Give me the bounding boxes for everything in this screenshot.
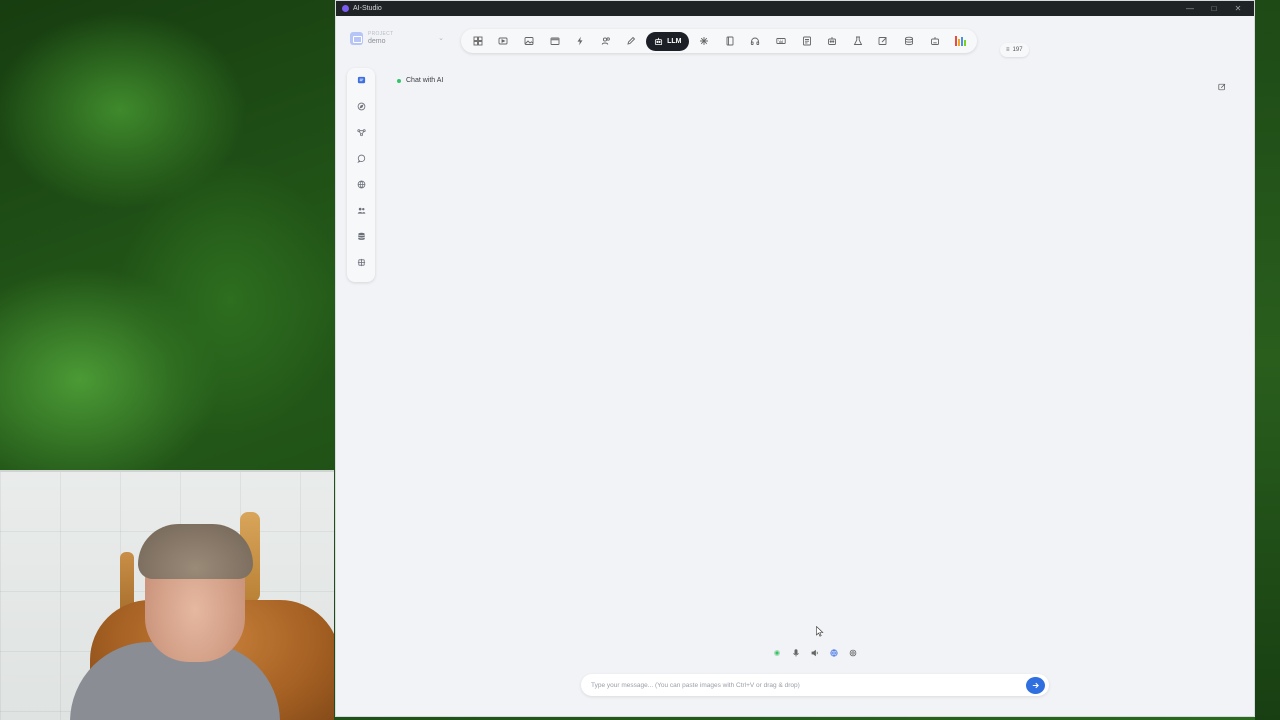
status-dot-icon (397, 78, 401, 83)
flask-icon[interactable] (845, 31, 871, 51)
video-icon[interactable] (491, 31, 517, 51)
new-chat-button[interactable] (1218, 78, 1228, 91)
mouse-cursor-icon (816, 626, 824, 637)
message-circle-icon (356, 154, 365, 163)
pen-icon[interactable] (619, 31, 645, 51)
lightning-icon[interactable] (567, 31, 593, 51)
plugin-icon (357, 258, 365, 266)
sidebar-item-web[interactable] (352, 178, 370, 190)
keyboard-icon[interactable] (768, 31, 794, 51)
sidebar-item-plugins[interactable] (352, 256, 370, 268)
top-toolbar-row: PROJECT demo ⌄ LLM ≡ 197 (336, 16, 1254, 58)
message-bar (581, 674, 1049, 696)
tab-llm-label: LLM (667, 37, 682, 45)
message-input[interactable] (591, 681, 1026, 689)
robot-icon (655, 37, 663, 45)
project-selector[interactable]: PROJECT demo ⌄ (350, 26, 444, 50)
webcam-overlay (0, 470, 334, 720)
sidebar-item-compass[interactable] (352, 100, 370, 112)
settings-icon (849, 649, 856, 656)
project-name: demo (368, 37, 386, 45)
web-search-button[interactable] (828, 647, 839, 658)
app-window: AI-Studio — □ ✕ PROJECT demo ⌄ LLM ≡ 197… (335, 0, 1255, 717)
sidebar-item-database[interactable] (352, 230, 370, 242)
sidebar-item-chat[interactable] (352, 74, 370, 86)
title-bar[interactable]: AI-Studio — □ ✕ (336, 1, 1254, 16)
speaker-icon (811, 649, 818, 656)
colorbars-icon[interactable] (947, 31, 973, 51)
globe-icon (357, 180, 365, 188)
minimize-icon[interactable]: — (1186, 4, 1194, 13)
module-toolbar: LLM (461, 29, 977, 53)
film-icon[interactable] (542, 31, 568, 51)
compass-icon (357, 102, 365, 110)
maximize-icon[interactable]: □ (1210, 4, 1218, 13)
arrow-right-icon (1032, 682, 1039, 688)
globe-icon (829, 648, 838, 657)
app-logo-icon (342, 5, 349, 12)
robot-alt-icon[interactable] (819, 31, 845, 51)
sidebar-item-workflow[interactable] (352, 126, 370, 138)
database-icon[interactable] (896, 31, 922, 51)
image-icon[interactable] (516, 31, 542, 51)
chat-title: Chat with AI (406, 77, 444, 84)
microphone-icon (792, 648, 799, 656)
headphones-icon[interactable] (743, 31, 769, 51)
sidebar-item-team[interactable] (352, 204, 370, 216)
input-tools (771, 647, 858, 658)
webcam-person-hair (138, 524, 253, 579)
edit-icon (1218, 83, 1226, 91)
tab-llm[interactable]: LLM (646, 31, 690, 51)
document-icon[interactable] (794, 31, 820, 51)
sidebar-item-messages[interactable] (352, 152, 370, 164)
dashboard-icon[interactable] (465, 31, 491, 51)
desktop-background-strip (1255, 0, 1280, 720)
project-label: PROJECT (368, 30, 394, 37)
microphone-button[interactable] (790, 647, 801, 658)
project-folder-icon (350, 31, 363, 45)
workflow-icon (356, 128, 366, 136)
window-title: AI-Studio (353, 5, 382, 12)
colorbars-graphic (954, 36, 966, 46)
chevron-down-icon: ⌄ (438, 35, 444, 42)
sparkle-icon[interactable] (691, 31, 717, 51)
send-button[interactable] (1026, 676, 1045, 694)
robot-face-icon[interactable] (922, 31, 948, 51)
window-controls: — □ ✕ (1186, 4, 1248, 13)
database-icon (357, 232, 365, 240)
close-icon[interactable]: ✕ (1234, 4, 1242, 13)
settings-button[interactable] (847, 647, 858, 658)
project-text: PROJECT demo (368, 30, 394, 45)
team-icon (357, 207, 365, 214)
edit-square-icon[interactable] (871, 31, 897, 51)
users-icon[interactable] (593, 31, 619, 51)
chat-header: Chat with AI (397, 77, 443, 84)
chat-icon (357, 76, 365, 83)
credits-value: 197 (1012, 47, 1023, 53)
credits-icon: ≡ (1006, 47, 1010, 53)
credits-badge[interactable]: ≡ 197 (1000, 43, 1029, 57)
left-sidebar (347, 68, 375, 282)
status-toggle-button[interactable] (771, 647, 782, 658)
book-icon[interactable] (717, 31, 743, 51)
speaker-button[interactable] (809, 647, 820, 658)
status-dot-icon (773, 649, 780, 656)
